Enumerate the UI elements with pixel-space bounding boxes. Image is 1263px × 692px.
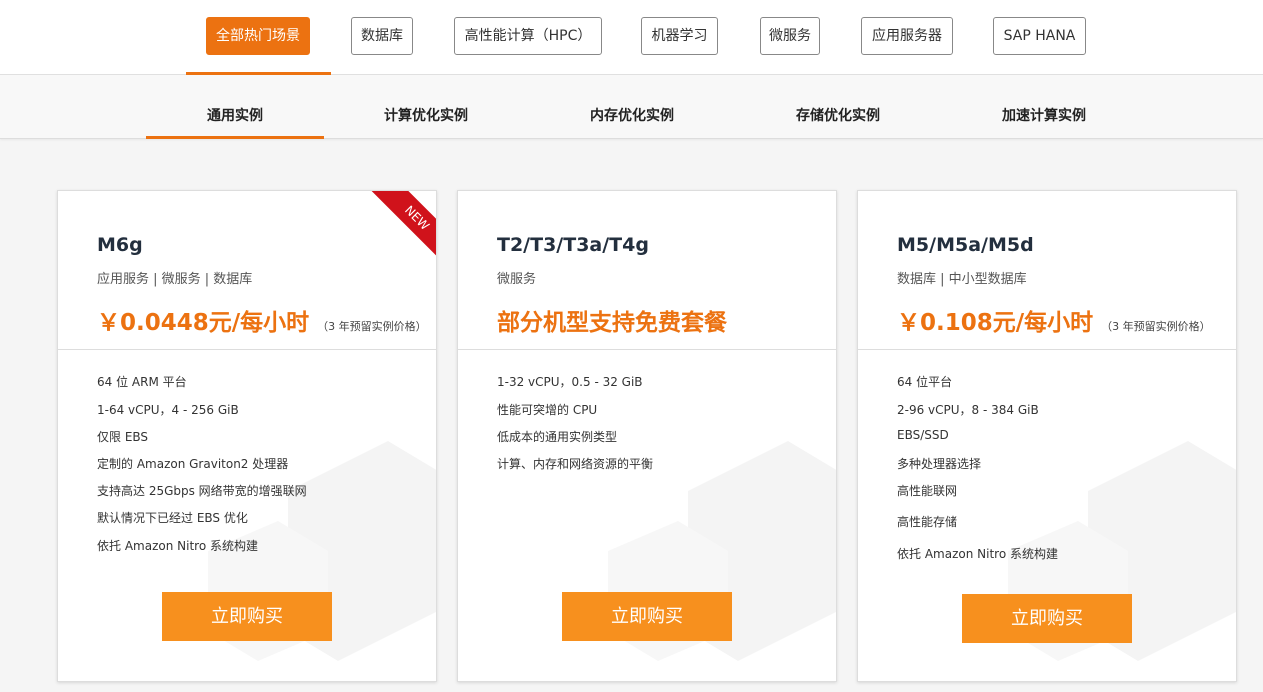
card-divider xyxy=(458,349,836,350)
card-subtitle: 应用服务 | 微服务 | 数据库 xyxy=(97,272,253,287)
buy-now-button[interactable]: 立即购买 xyxy=(562,592,732,641)
feature-item: 低成本的通用实例类型 xyxy=(497,430,618,444)
new-badge: NEW xyxy=(356,191,436,271)
feature-item: 高性能联网 xyxy=(897,484,958,498)
card-divider xyxy=(58,349,436,350)
tab-storage-optimized[interactable]: 存储优化实例 xyxy=(752,75,924,138)
price-value: ￥0.0448元/每小时 xyxy=(97,310,310,336)
feature-item: 依托 Amazon Nitro 系统构建 xyxy=(897,547,1058,561)
card-price: ￥0.108元/每小时 （3 年预留实例价格） xyxy=(897,303,1211,337)
feature-item: 依托 Amazon Nitro 系统构建 xyxy=(97,539,258,553)
price-note: （3 年预留实例价格） xyxy=(1101,320,1211,333)
instance-card-m6g: NEW M6g 应用服务 | 微服务 | 数据库 ￥0.0448元/每小时 （3 … xyxy=(57,190,437,682)
feature-item: 性能可突增的 CPU xyxy=(497,403,598,417)
card-title: T2/T3/T3a/T4g xyxy=(497,234,649,256)
tab-all-scenarios[interactable]: 全部热门场景 xyxy=(206,17,310,55)
feature-item: 仅限 EBS xyxy=(97,430,149,444)
card-subtitle: 微服务 xyxy=(497,272,537,287)
price-value: 部分机型支持免费套餐 xyxy=(497,310,727,336)
buy-now-button[interactable]: 立即购买 xyxy=(162,592,332,641)
tab-hpc[interactable]: 高性能计算（HPC） xyxy=(454,17,602,55)
feature-item: 支持高达 25Gbps 网络带宽的增强联网 xyxy=(97,484,307,498)
scenario-tab-bar: 全部热门场景 数据库 高性能计算（HPC） 机器学习 微服务 应用服务器 SAP… xyxy=(0,0,1263,75)
card-price: 部分机型支持免费套餐 xyxy=(497,303,727,337)
tab-general-purpose[interactable]: 通用实例 xyxy=(146,75,324,138)
feature-item: 默认情况下已经过 EBS 优化 xyxy=(97,511,248,525)
card-title: M5/M5a/M5d xyxy=(897,234,1034,256)
price-value: ￥0.108元/每小时 xyxy=(897,310,1094,336)
new-badge-label: NEW xyxy=(368,191,436,267)
feature-item: 2-96 vCPU，8 - 384 GiB xyxy=(897,403,1039,417)
feature-item: 64 位 ARM 平台 xyxy=(97,375,187,389)
feature-item: 定制的 Amazon Graviton2 处理器 xyxy=(97,457,289,471)
tab-app-server[interactable]: 应用服务器 xyxy=(861,17,953,55)
card-price: ￥0.0448元/每小时 （3 年预留实例价格） xyxy=(97,303,427,337)
buy-now-button[interactable]: 立即购买 xyxy=(962,594,1132,643)
tab-machine-learning[interactable]: 机器学习 xyxy=(641,17,718,55)
feature-item: 多种处理器选择 xyxy=(897,457,982,471)
tab-accelerated-computing[interactable]: 加速计算实例 xyxy=(958,75,1130,138)
category-active-underline xyxy=(146,136,324,139)
card-title: M6g xyxy=(97,234,143,256)
price-note: （3 年预留实例价格） xyxy=(317,320,427,333)
category-tab-bar: 通用实例 计算优化实例 内存优化实例 存储优化实例 加速计算实例 xyxy=(0,75,1263,139)
tab-sap-hana[interactable]: SAP HANA xyxy=(993,17,1086,55)
tab-microservices[interactable]: 微服务 xyxy=(760,17,820,55)
feature-item: 1-32 vCPU，0.5 - 32 GiB xyxy=(497,375,643,389)
tab-database[interactable]: 数据库 xyxy=(351,17,413,55)
tab-compute-optimized[interactable]: 计算优化实例 xyxy=(340,75,512,138)
feature-item: 64 位平台 xyxy=(897,375,953,389)
feature-item: 计算、内存和网络资源的平衡 xyxy=(497,457,654,471)
feature-item: 1-64 vCPU，4 - 256 GiB xyxy=(97,403,239,417)
card-subtitle: 数据库 | 中小型数据库 xyxy=(897,272,1027,287)
feature-item: EBS/SSD xyxy=(897,428,949,442)
instance-card-t-series: T2/T3/T3a/T4g 微服务 部分机型支持免费套餐 1-32 vCPU，0… xyxy=(457,190,837,682)
feature-item: 高性能存储 xyxy=(897,515,958,529)
card-divider xyxy=(858,349,1236,350)
tab-memory-optimized[interactable]: 内存优化实例 xyxy=(546,75,718,138)
instance-card-m5: M5/M5a/M5d 数据库 | 中小型数据库 ￥0.108元/每小时 （3 年预… xyxy=(857,190,1237,682)
